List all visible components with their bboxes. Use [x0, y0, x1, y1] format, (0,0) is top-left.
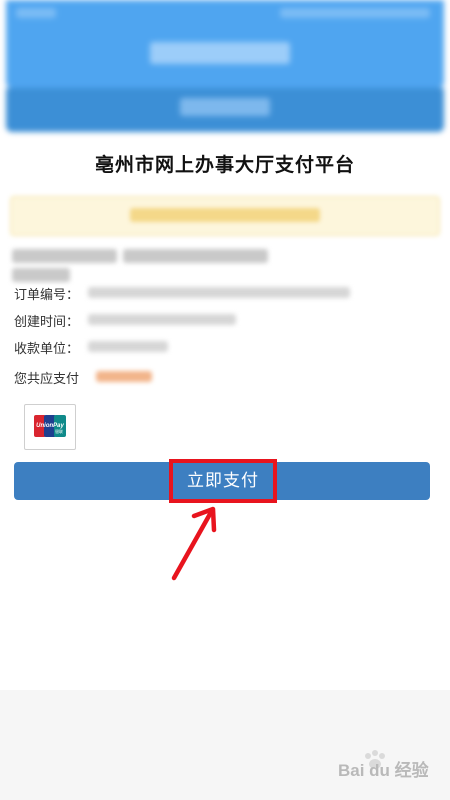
watermark-text: Bai du 经验 [338, 761, 429, 780]
unionpay-icon: UnionPay 银联 [34, 415, 66, 437]
top-header-region [0, 0, 450, 150]
status-bar-right [280, 8, 430, 18]
amount-value [96, 371, 152, 382]
order-number-label: 订单编号： [14, 288, 80, 303]
notice-text [130, 208, 320, 222]
svg-text:银联: 银联 [55, 428, 63, 434]
payee-value [88, 341, 168, 352]
sub-header-title [180, 98, 270, 116]
pointer-arrow-icon [171, 506, 217, 581]
order-number-value [88, 287, 350, 298]
order-heading [12, 248, 332, 282]
pay-now-label: 立即支付 [187, 471, 259, 491]
status-bar-left [16, 8, 56, 18]
page-title: 亳州市网上办事大厅支付平台 [94, 154, 355, 176]
created-time-label: 创建时间： [14, 315, 80, 330]
amount-label: 您共应支付 [14, 372, 80, 387]
created-time-value [88, 314, 236, 325]
unionpay-option[interactable]: UnionPay 银联 [24, 404, 76, 450]
header-title [150, 42, 290, 64]
payee-label: 收款单位： [14, 342, 80, 357]
